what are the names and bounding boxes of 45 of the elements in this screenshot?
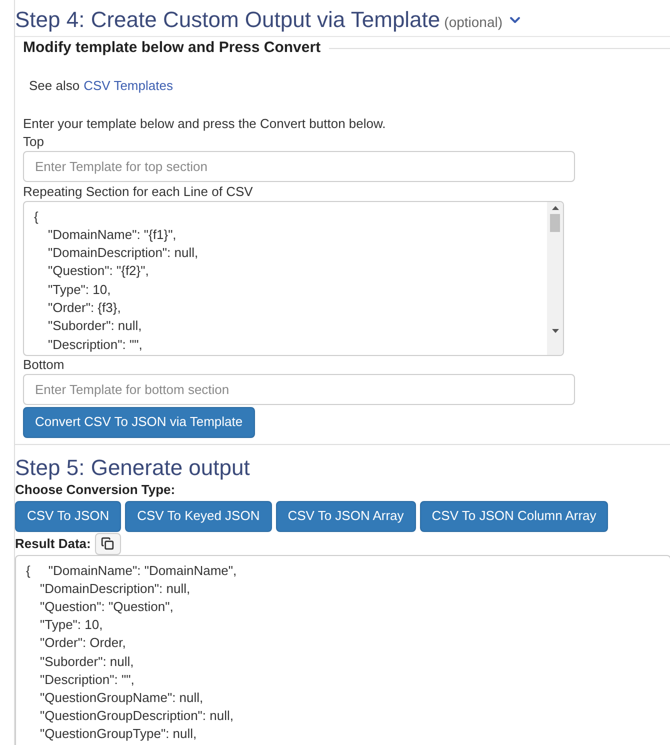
instructions-text: Enter your template below and press the Convert button below. [23,114,387,132]
template-line: "DomainName": "{f1}", [48,226,176,244]
section-title: Step 5: Generate output [15,454,251,482]
csv-templates-link[interactable]: CSV Templates [84,76,173,96]
template-line: "Suborder": null, [48,317,142,336]
template-text-area[interactable]: { "DomainName": "{f1}", "DomainDescription": null, "Question": "{f2}", "Type": 10, "Order": {f3}, "Suborder": null, "Description": "", [23,200,564,356]
result-line: "QuestionGroupDescription": null, [40,707,234,726]
top-input-field[interactable]: Enter Template for top section [23,150,575,182]
result-text-area[interactable] [15,554,670,745]
bottom-input-field[interactable]: Enter Template for bottom section [23,374,575,404]
result-label: Result Data: [15,534,91,553]
copy-icon [101,537,114,550]
result-line: "QuestionGroupName": null, [40,688,204,707]
see-also-text: See also [29,77,80,95]
scrollbar[interactable] [547,202,563,354]
result-line: "DomainDescription": null, [40,580,190,598]
result-line: "Question": "Question", [40,598,174,616]
field-label: Bottom [23,356,66,374]
fieldset-legend: Modify template below and Press Convert [23,37,321,59]
result-line: "Suborder": null, [40,652,134,671]
copy-button[interactable] [94,532,121,554]
template-line: "DomainDescription": null, [48,244,198,262]
template-line: "Type": 10, [48,280,111,299]
scroll-up-icon[interactable] [552,206,558,210]
template-line: { [34,208,38,226]
optional-label: (optional) [444,13,503,32]
result-line: "Order": Order, [40,634,126,652]
result-line: "Type": 10, [40,616,103,634]
conversion-button[interactable]: CSV To Keyed JSON [125,500,272,532]
section-title: Step 4: Create Custom Output via Template [15,6,440,34]
conversion-button[interactable]: CSV To JSON Array [276,500,416,532]
conversion-button[interactable]: CSV To JSON [15,500,122,532]
template-line: "Description": "", [48,336,142,354]
conversion-type-label: Choose Conversion Type: [15,482,176,498]
result-line: { "DomainName": "DomainName", [26,562,237,580]
field-label: Repeating Section for each Line of CSV [23,182,254,200]
template-line: "Question": "{f2}", [48,262,149,280]
result-line: "QuestionGroupType": null, [40,725,197,744]
scroll-down-icon[interactable] [552,328,558,332]
result-line: "Description": "", [40,670,134,689]
field-label: Top [23,132,45,150]
conversion-button[interactable]: CSV To JSON Column Array [420,500,608,532]
convert-button[interactable]: Convert CSV To JSON via Template [23,406,255,438]
scrollbar-thumb[interactable] [550,214,560,232]
template-line: "Order": {f3}, [48,298,121,317]
